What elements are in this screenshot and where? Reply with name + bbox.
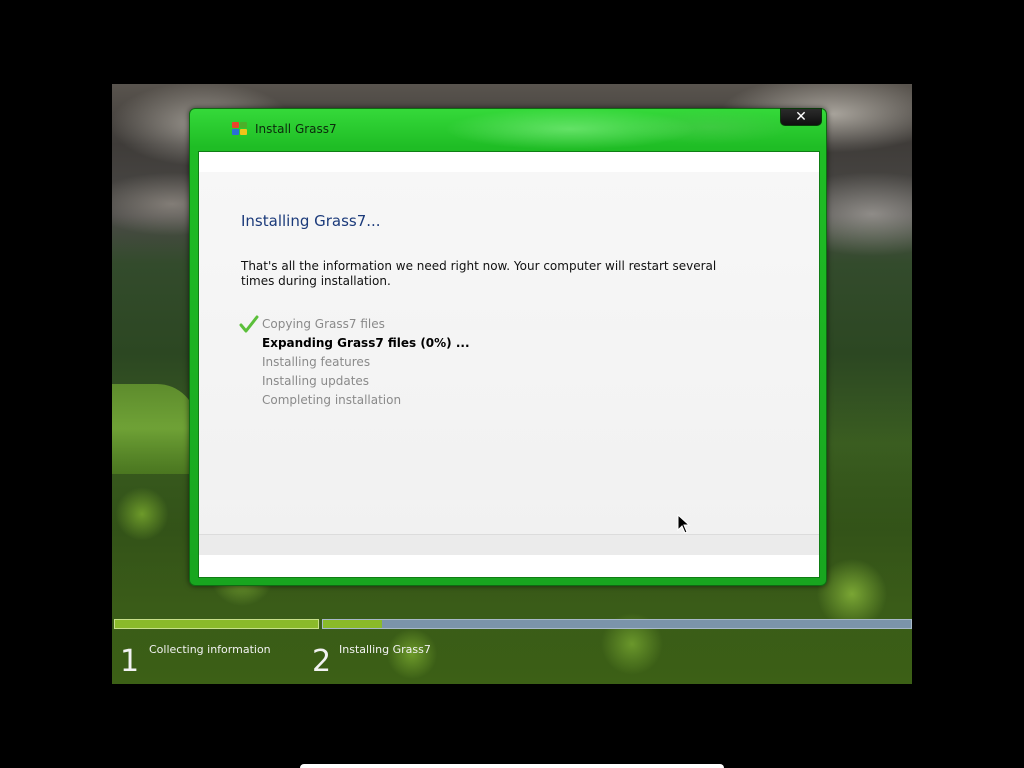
step-label: Installing updates [262, 374, 370, 388]
stage-label: Collecting information [149, 643, 271, 656]
step-copying-files: Copying Grass7 files [239, 315, 470, 334]
close-button[interactable]: ✕ [780, 108, 822, 126]
step-label: Expanding Grass7 files (0%) ... [262, 336, 470, 350]
progress-stage-1 [114, 619, 319, 629]
step-label: Completing installation [262, 393, 402, 407]
window-title: Install Grass7 [255, 122, 337, 136]
content-footer [199, 534, 819, 555]
step-label: Copying Grass7 files [262, 317, 385, 331]
step-installing-updates: Installing updates [262, 372, 470, 391]
grass7-logo-icon [232, 122, 248, 136]
content-panel: Installing Grass7... That's all the info… [199, 172, 819, 534]
mouse-cursor-icon [677, 514, 691, 534]
stage-number: 1 [120, 644, 140, 679]
step-label: Installing features [262, 355, 371, 369]
window-content: Installing Grass7... That's all the info… [198, 151, 820, 578]
close-icon: ✕ [795, 109, 807, 125]
info-text: That's all the information we need right… [241, 259, 717, 288]
stage-label: Installing Grass7 [339, 643, 431, 656]
step-completing-installation: Completing installation [262, 391, 470, 410]
progress-stage-2 [322, 619, 912, 629]
checkmark-icon [239, 315, 259, 333]
window-titlebar[interactable]: Install Grass7 ✕ [190, 108, 826, 151]
stage-number: 2 [312, 644, 332, 679]
setup-progress-bar [112, 619, 912, 629]
step-expanding-files: Expanding Grass7 files (0%) ... [262, 334, 470, 353]
step-installing-features: Installing features [262, 353, 470, 372]
page-title: Installing Grass7... [241, 212, 381, 230]
install-steps-list: Copying Grass7 files Expanding Grass7 fi… [239, 315, 470, 410]
setup-window: Install Grass7 ✕ Installing Grass7... Th… [189, 108, 827, 586]
progress-stage-2-fill [323, 620, 382, 628]
bottom-edge-bar [300, 764, 724, 768]
